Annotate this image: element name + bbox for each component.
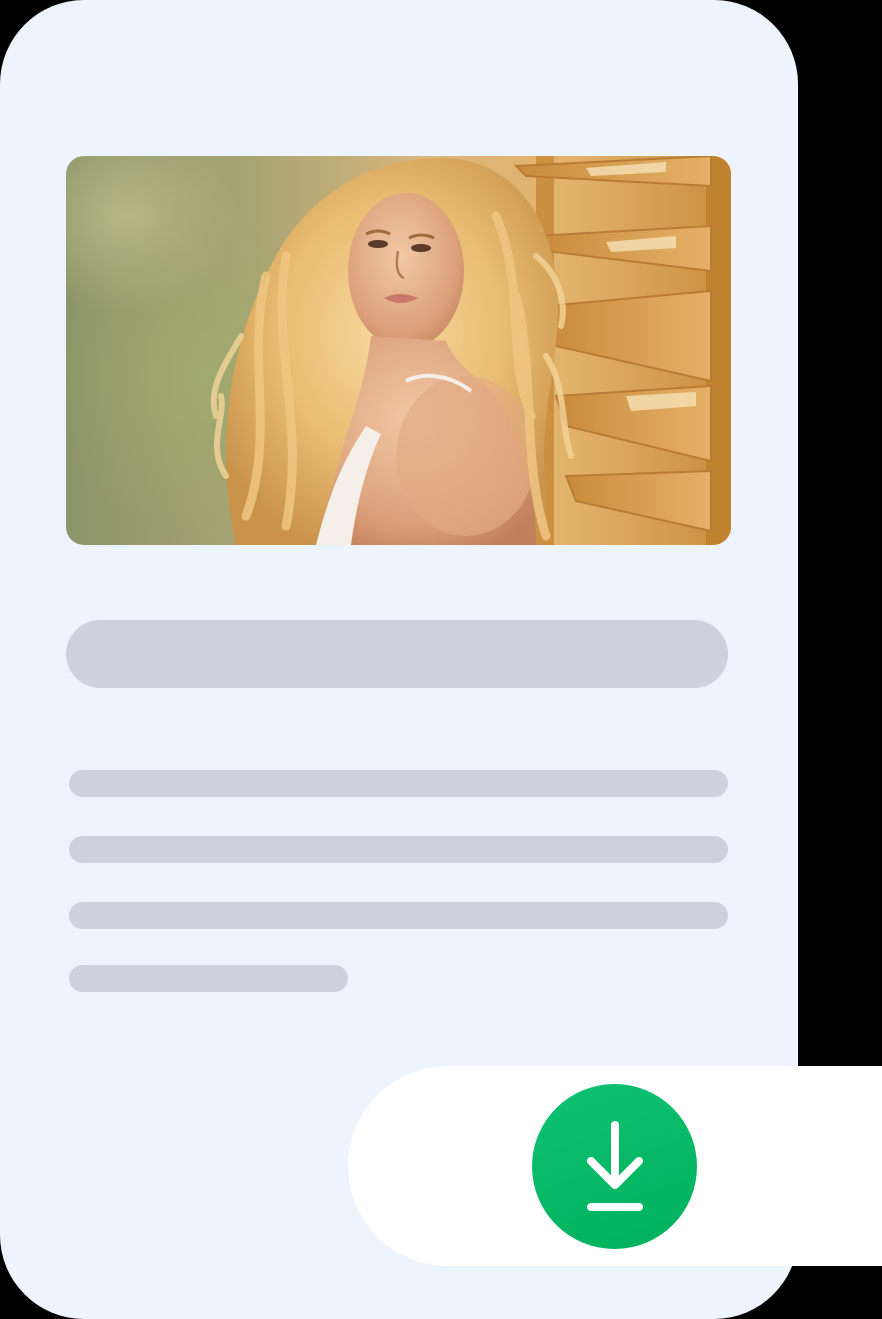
- placeholder-text-line: [69, 836, 728, 863]
- hero-photo: [66, 156, 731, 545]
- placeholder-text-line-short: [69, 965, 348, 992]
- portrait-illustration: [210, 156, 731, 545]
- download-button[interactable]: [532, 1084, 697, 1249]
- placeholder-title-bar: [66, 620, 728, 688]
- download-icon: [586, 1120, 643, 1211]
- placeholder-text-line: [69, 770, 728, 797]
- placeholder-text-line: [69, 902, 728, 929]
